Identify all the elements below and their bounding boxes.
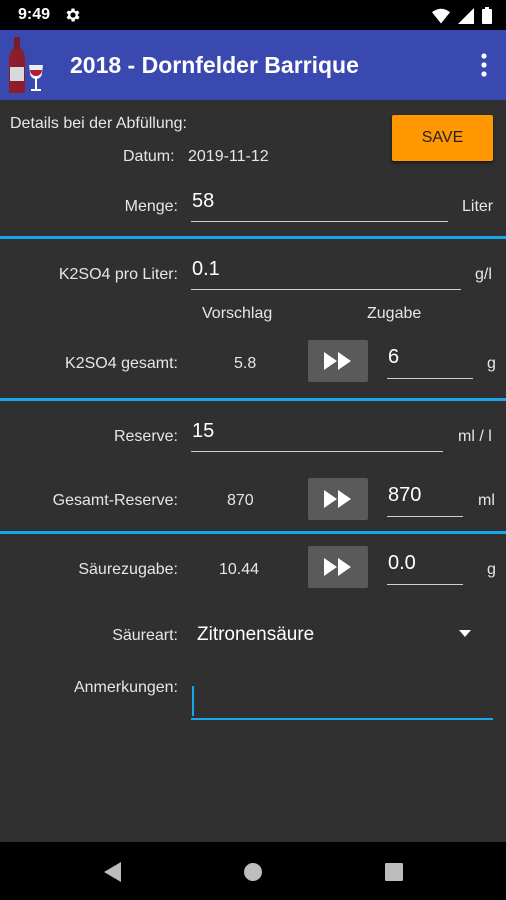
apply-reserve-button[interactable] [308,478,368,520]
datum-label: Datum: [123,148,175,165]
nav-back-icon[interactable] [101,860,125,884]
section-divider [0,531,506,534]
status-time: 9:49 [18,6,51,23]
menge-label: Menge: [124,198,178,215]
menge-unit: Liter [462,198,494,215]
anmerkungen-label: Anmerkungen: [73,679,178,696]
status-bar: 9:49 [0,0,506,30]
k2so4-total-unit: g [487,355,496,372]
reserve-label: Reserve: [113,428,178,445]
fast-forward-icon [324,490,351,508]
gesamt-reserve-unit: ml [478,492,495,509]
k2so4-per-liter-label: K2SO4 pro Liter: [58,266,178,283]
battery-icon [482,7,492,24]
fast-forward-icon [324,558,351,576]
k2so4-total-input[interactable]: 6 [387,346,473,379]
gesamt-reserve-input[interactable]: 870 [387,484,463,517]
app-title: 2018 - Dornfelder Barrique [70,52,359,78]
saeurezugabe-input[interactable]: 0.0 [387,552,463,585]
k2so4-total-suggestion: 5.8 [234,355,257,372]
gesamt-reserve-suggestion: 870 [227,492,254,509]
k2so4-per-liter-input[interactable]: 0.1 [191,258,461,290]
save-button[interactable]: SAVE [392,115,493,161]
menge-input[interactable]: 58 [191,190,448,222]
system-nav-bar [0,842,506,900]
saeureart-label: Säureart: [112,627,178,644]
apply-k2so4-button[interactable] [308,340,368,382]
wine-bottle-logo-icon [9,37,43,93]
fast-forward-icon [324,352,351,370]
saeurezugabe-unit: g [487,561,496,578]
section-divider [0,398,506,401]
overflow-menu-icon[interactable] [478,52,490,78]
app-bar: 2018 - Dornfelder Barrique [0,30,506,100]
reserve-input[interactable]: 15 [191,420,443,452]
text-cursor [192,686,194,716]
settings-gear-icon [66,8,80,22]
wifi-icon [432,8,450,23]
saeureart-selected-value: Zitronensäure [197,624,315,645]
saeurezugabe-label: Säurezugabe: [78,561,178,578]
cell-signal-icon [458,7,474,24]
zugabe-header: Zugabe [367,305,422,322]
apply-saeure-button[interactable] [308,546,368,588]
status-icons [432,7,492,24]
section-divider [0,236,506,239]
vorschlag-header: Vorschlag [202,305,273,322]
saeurezugabe-suggestion: 10.44 [219,561,260,578]
dropdown-arrow-icon [459,630,471,637]
saeureart-dropdown[interactable]: Zitronensäure [191,616,491,652]
gesamt-reserve-label: Gesamt-Reserve: [52,492,178,509]
details-label: Details bei der Abfüllung: [10,115,187,132]
anmerkungen-input[interactable] [191,684,493,720]
nav-recents-icon[interactable] [382,860,406,884]
k2so4-total-label: K2SO4 gesamt: [65,355,178,372]
reserve-unit: ml / l [458,428,492,445]
k2so4-per-liter-unit: g/l [475,266,492,283]
datum-value: 2019-11-12 [188,148,269,165]
nav-home-icon[interactable] [241,860,265,884]
